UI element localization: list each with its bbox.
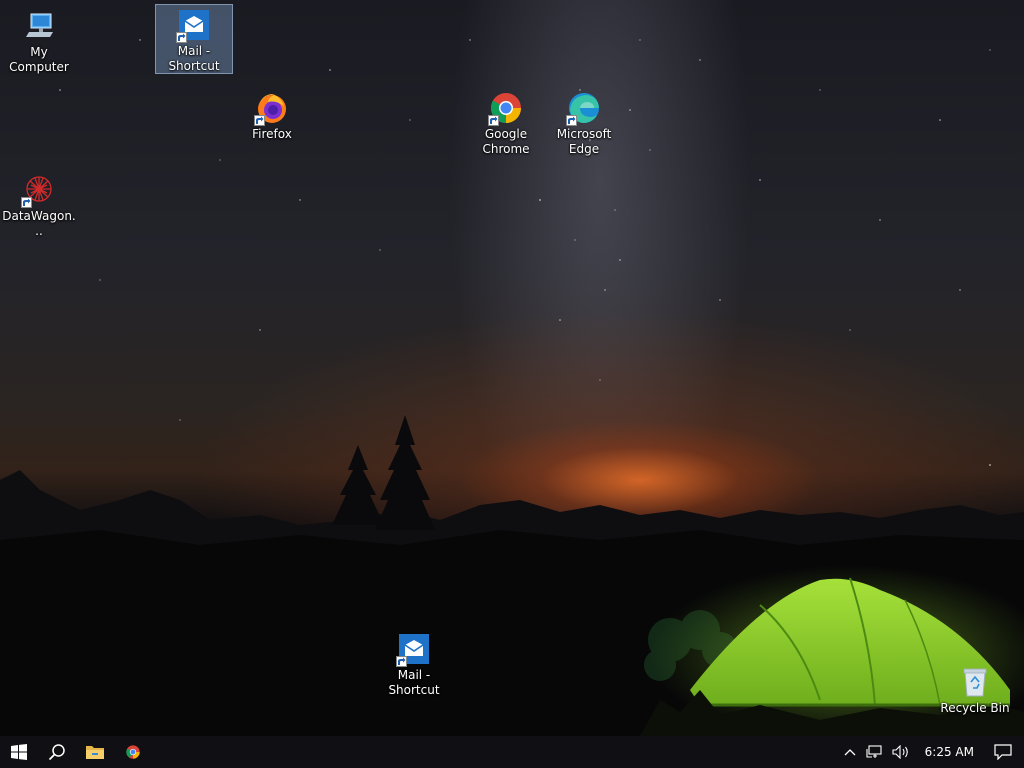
network-button[interactable] <box>861 736 887 768</box>
desktop-icon-label: DataWagon... <box>2 209 76 238</box>
search-icon <box>48 744 65 761</box>
recycle-bin-icon <box>957 664 993 700</box>
volume-icon <box>892 745 908 759</box>
desktop-icon-firefox[interactable]: Firefox <box>234 88 310 145</box>
computer-icon <box>21 8 57 44</box>
shortcut-arrow-icon <box>21 197 32 208</box>
desktop-icon-label: Google Chrome <box>482 127 530 156</box>
desktop[interactable]: My Computer Mail - Shortcut Firefox Goog… <box>0 0 1024 736</box>
chrome-icon <box>126 745 140 759</box>
shortcut-arrow-icon <box>176 32 187 43</box>
action-center-icon <box>994 744 1012 760</box>
shortcut-arrow-icon <box>254 115 265 126</box>
desktop-icon-mail-shortcut-selected[interactable]: Mail - Shortcut <box>155 4 233 74</box>
chrome-icon <box>488 90 524 126</box>
desktop-icon-label: My Computer <box>9 45 69 74</box>
shortcut-arrow-icon <box>488 115 499 126</box>
desktop-icon-google-chrome[interactable]: Google Chrome <box>468 88 544 160</box>
system-tray: 6:25 AM <box>839 736 1024 768</box>
desktop-icon-label: Recycle Bin <box>940 701 1010 715</box>
start-icon <box>11 744 27 760</box>
firefox-icon <box>254 90 290 126</box>
desktop-icon-label: Mail - Shortcut <box>388 668 440 697</box>
chrome-taskbar-button[interactable] <box>114 736 152 768</box>
desktop-icon-microsoft-edge[interactable]: Microsoft Edge <box>546 88 622 160</box>
show-hidden-icons-button[interactable] <box>839 736 861 768</box>
mail-icon <box>396 631 432 667</box>
chevron-up-icon <box>844 749 856 756</box>
search-button[interactable] <box>38 736 76 768</box>
network-icon <box>866 745 882 758</box>
start-button[interactable] <box>0 736 38 768</box>
desktop-icon-label: Mail - Shortcut <box>168 44 220 73</box>
file-explorer-icon <box>86 746 104 759</box>
shortcut-arrow-icon <box>566 115 577 126</box>
file-explorer-button[interactable] <box>76 736 114 768</box>
desktop-icon-label: Microsoft Edge <box>556 127 612 156</box>
volume-button[interactable] <box>887 736 915 768</box>
desktop-icon-my-computer[interactable]: My Computer <box>1 6 77 78</box>
desktop-icon-mail-shortcut[interactable]: Mail - Shortcut <box>376 629 452 701</box>
desktop-icon-datawagon[interactable]: DataWagon... <box>1 170 77 242</box>
taskbar-clock[interactable]: 6:25 AM <box>915 736 988 768</box>
action-center-button[interactable] <box>988 736 1024 768</box>
desktop-icon-label: Firefox <box>252 127 292 141</box>
edge-icon <box>566 90 602 126</box>
datawagon-icon <box>21 172 57 208</box>
mail-icon <box>176 7 212 43</box>
taskbar: 6:25 AM <box>0 736 1024 768</box>
desktop-icon-recycle-bin[interactable]: Recycle Bin <box>937 662 1013 719</box>
shortcut-arrow-icon <box>396 656 407 667</box>
